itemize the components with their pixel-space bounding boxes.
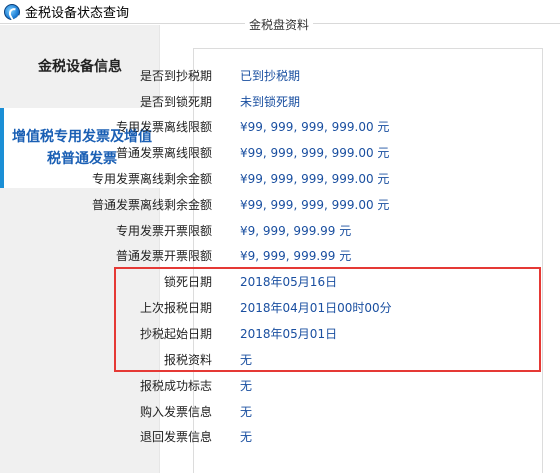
info-row-label: 普通发票离线限额: [115, 146, 212, 160]
info-row: 上次报税日期 2018年04月01日00时00分: [0, 299, 400, 319]
info-row-value: 未到锁死期: [240, 95, 301, 109]
info-row: 退回发票信息 无: [0, 428, 400, 448]
groupbox-legend: 金税盘资料: [245, 16, 314, 33]
info-row: 专用发票离线限额 ¥99, 999, 999, 999.00 元: [0, 118, 400, 138]
info-row: 普通发票离线剩余金额 ¥99, 999, 999, 999.00 元: [0, 196, 400, 216]
info-row-value: 2018年05月01日: [240, 327, 338, 341]
info-row-label: 锁死日期: [163, 275, 212, 289]
info-row: 专用发票离线剩余金额 ¥99, 999, 999, 999.00 元: [0, 170, 400, 190]
info-row-value: ¥99, 999, 999, 999.00 元: [240, 198, 390, 212]
info-row-value: 无: [240, 430, 253, 444]
app-logo-icon: [4, 3, 20, 20]
info-row-value: 无: [240, 405, 253, 419]
info-row: 是否到锁死期 未到锁死期: [0, 93, 400, 113]
info-row-value: 2018年05月16日: [240, 275, 338, 289]
info-row-value: 已到抄税期: [240, 69, 301, 83]
info-row: 普通发票离线限额 ¥99, 999, 999, 999.00 元: [0, 144, 400, 164]
info-row-value: ¥99, 999, 999, 999.00 元: [240, 172, 390, 186]
info-row-value: 2018年04月01日00时00分: [240, 301, 392, 315]
info-row-value: ¥99, 999, 999, 999.00 元: [240, 120, 390, 134]
info-row: 购入发票信息 无: [0, 403, 400, 423]
info-row-value: ¥99, 999, 999, 999.00 元: [240, 146, 390, 160]
info-row: 普通发票开票限额 ¥9, 999, 999.99 元: [0, 247, 400, 267]
info-row-value: 无: [240, 353, 253, 367]
info-row-label: 专用发票离线限额: [115, 120, 212, 134]
info-row-label: 专用发票离线剩余金额: [91, 172, 212, 186]
info-row-label: 抄税起始日期: [139, 327, 212, 341]
info-row: 报税资料 无: [0, 351, 400, 371]
info-row-label: 是否到锁死期: [139, 95, 212, 109]
info-row-label: 专用发票开票限额: [115, 224, 212, 238]
info-row-label: 退回发票信息: [139, 430, 212, 444]
info-row: 抄税起始日期 2018年05月01日: [0, 325, 400, 345]
info-row: 报税成功标志 无: [0, 377, 400, 397]
info-row-value: ¥9, 999, 999.99 元: [240, 249, 352, 263]
info-row: 锁死日期 2018年05月16日: [0, 273, 400, 293]
info-row-label: 是否到抄税期: [139, 69, 212, 83]
info-row-label: 上次报税日期: [139, 301, 212, 315]
info-row-label: 报税成功标志: [139, 379, 212, 393]
info-row-label: 普通发票离线剩余金额: [91, 198, 212, 212]
window-title: 金税设备状态查询: [25, 6, 130, 21]
info-row: 专用发票开票限额 ¥9, 999, 999.99 元: [0, 222, 400, 242]
info-row-label: 报税资料: [163, 353, 212, 367]
info-row-label: 普通发票开票限额: [115, 249, 212, 263]
info-row-value: ¥9, 999, 999.99 元: [240, 224, 352, 238]
info-row: 是否到抄税期 已到抄税期: [0, 67, 400, 87]
info-row-value: 无: [240, 379, 253, 393]
info-row-label: 购入发票信息: [139, 405, 212, 419]
